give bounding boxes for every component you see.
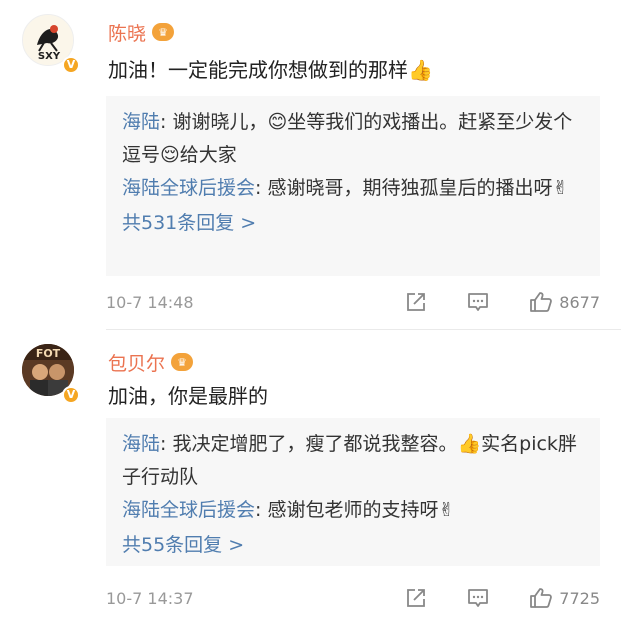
like-count: 8677: [559, 292, 600, 312]
reply-author[interactable]: 海陆全球后援会: [122, 177, 255, 199]
like-count: 7725: [559, 588, 600, 608]
reply-text: 感谢包老师的支持呀✌: [267, 499, 455, 521]
reply-item: 海陆全球后援会: 感谢晓哥，期待独孤皇后的播出呀✌: [122, 177, 569, 199]
comment-icon: [468, 293, 489, 311]
crown-icon: ♛: [171, 353, 194, 371]
timestamp: 10-7 14:37: [106, 588, 194, 608]
like-button[interactable]: 8677: [529, 291, 600, 313]
share-icon: [407, 589, 426, 607]
comment-header: 包贝尔 ♛: [108, 348, 194, 376]
commenter-name[interactable]: 陈晓: [108, 19, 146, 46]
comment-text: 加油，你是最胖的: [108, 384, 268, 408]
reply-item: 海陆: 谢谢晓儿，😊坐等我们的戏播出。赶紧至少发个逗号😌给大家: [122, 111, 573, 166]
like-button[interactable]: 7725: [529, 587, 600, 609]
comment-text: 加油！一定能完成你想做到的那样👍: [108, 58, 433, 82]
thumbs-up-icon: [530, 292, 553, 312]
reply-text: 谢谢晓儿，😊坐等我们的戏播出。赶紧至少发个逗号😌给大家: [122, 111, 573, 166]
timestamp: 10-7 14:48: [106, 292, 194, 312]
comment-footer: 10-7 14:48 8677: [106, 287, 600, 317]
avatar-logo-text: SXY: [38, 51, 61, 62]
comment-icon: [468, 589, 489, 607]
comment-header: 陈晓 ♛: [108, 18, 175, 46]
verified-badge-icon: V: [62, 56, 80, 74]
reply-item: 海陆: 我决定增肥了，瘦了都说我整容。👍实名pick胖子行动队: [122, 433, 577, 488]
verified-badge-icon: V: [62, 386, 80, 404]
reply-text: 感谢晓哥，期待独孤皇后的播出呀✌: [267, 177, 569, 199]
more-replies-link[interactable]: 共55条回复 >: [122, 529, 584, 562]
reply-box: 海陆: 谢谢晓儿，😊坐等我们的戏播出。赶紧至少发个逗号😌给大家 海陆全球后援会:…: [106, 96, 600, 276]
thumbs-up-icon: [530, 588, 553, 608]
comment-button[interactable]: [467, 291, 489, 313]
crown-icon: ♛: [152, 23, 175, 41]
commenter-name[interactable]: 包贝尔: [108, 349, 165, 376]
avatar-logo-text: FOT: [36, 347, 61, 360]
share-button[interactable]: [405, 587, 427, 609]
comment-footer: 10-7 14:37 7725: [106, 583, 600, 613]
reply-author[interactable]: 海陆: [122, 433, 160, 455]
share-icon: [407, 293, 426, 311]
reply-author[interactable]: 海陆全球后援会: [122, 499, 255, 521]
comment-item: FOT V 包贝尔 ♛ 加油，你是最胖的 海陆: 我决定增肥了，瘦了都说我整容。…: [0, 330, 621, 632]
reply-item: 海陆全球后援会: 感谢包老师的支持呀✌: [122, 499, 455, 521]
reply-text: 我决定增肥了，瘦了都说我整容。👍实名pick胖子行动队: [122, 433, 577, 488]
more-replies-link[interactable]: 共531条回复 >: [122, 207, 584, 240]
reply-author[interactable]: 海陆: [122, 111, 160, 133]
comment-button[interactable]: [467, 587, 489, 609]
reply-box: 海陆: 我决定增肥了，瘦了都说我整容。👍实名pick胖子行动队 海陆全球后援会:…: [106, 418, 600, 566]
share-button[interactable]: [405, 291, 427, 313]
comment-item: SXY V 陈晓 ♛ 加油！一定能完成你想做到的那样👍 海陆: 谢谢晓儿，😊坐等…: [0, 0, 621, 330]
